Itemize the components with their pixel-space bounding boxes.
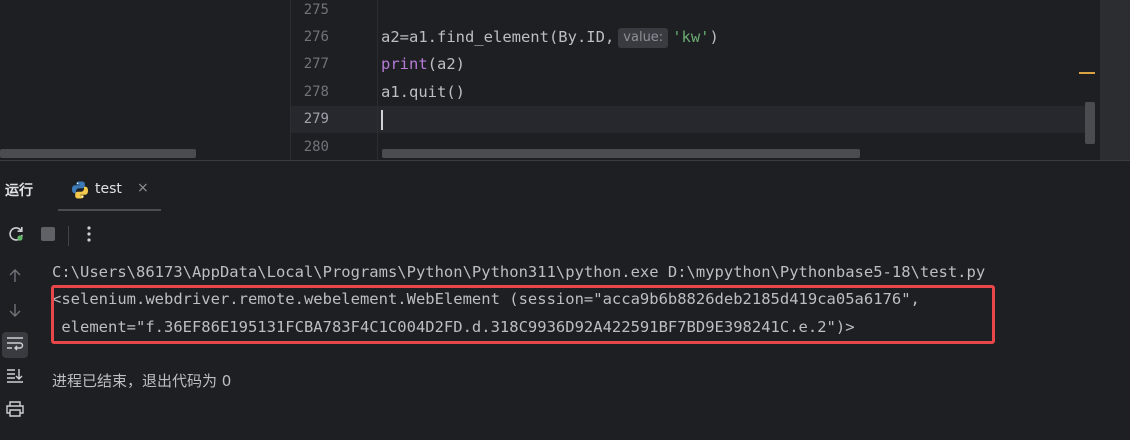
code-text: a2=a1.find_element(By.ID, (381, 28, 615, 46)
string-literal: 'kw' (672, 28, 710, 46)
warning-marker[interactable] (1079, 72, 1095, 74)
red-annotation-box (51, 285, 995, 344)
tool-window-title: 运行 (5, 183, 33, 199)
line-number: 280 (303, 139, 329, 155)
editor-vertical-scrollbar[interactable] (1085, 102, 1095, 144)
close-icon[interactable]: × (137, 180, 149, 196)
line-number: 276 (303, 29, 329, 45)
rerun-icon (6, 224, 26, 248)
code-editor[interactable]: 275 276 277 278 279 280 a2=a1.find_eleme… (0, 0, 1130, 160)
line-number: 278 (303, 84, 329, 100)
more-vertical-icon (86, 225, 92, 247)
console-side-toolbar (0, 259, 32, 440)
left-pane (0, 0, 290, 160)
right-side-panel (1100, 0, 1130, 160)
scroll-down-button[interactable] (2, 299, 28, 325)
console-exit-message: 进程已结束，退出代码为 0 (52, 372, 232, 390)
text-caret (381, 110, 383, 130)
soft-wrap-button[interactable] (2, 332, 28, 358)
code-line-276[interactable]: a2=a1.find_element(By.ID, value:'kw') (381, 24, 719, 51)
python-icon (70, 180, 90, 200)
tab-selected-indicator (58, 209, 161, 211)
tab-label: test (95, 181, 122, 197)
left-horizontal-scrollbar[interactable] (0, 149, 196, 158)
arrow-down-icon (7, 302, 23, 322)
code-text: ) (709, 28, 719, 46)
scroll-to-end-icon (6, 368, 24, 388)
print-button[interactable] (2, 398, 28, 424)
line-number: 277 (303, 56, 329, 72)
print-icon (6, 401, 24, 421)
tool-window-header: 运行 test × (0, 161, 1130, 211)
code-line-278[interactable]: a1.quit() (381, 79, 465, 106)
more-options-button[interactable] (77, 224, 101, 248)
line-number-current: 279 (303, 111, 329, 127)
run-toolbar (0, 219, 1130, 253)
scroll-to-end-button[interactable] (2, 365, 28, 391)
scroll-up-button[interactable] (2, 265, 28, 291)
code-text: (a2) (427, 55, 465, 73)
console-command-line: C:\Users\86173\AppData\Local\Programs\Py… (52, 263, 986, 281)
current-line-highlight (291, 106, 1085, 133)
gutter-separator (377, 0, 378, 160)
code-line-277[interactable]: print(a2) (381, 51, 465, 78)
arrow-up-icon (7, 268, 23, 288)
rerun-button[interactable] (4, 224, 28, 248)
builtin-keyword: print (381, 55, 428, 73)
toolbar-separator (68, 226, 69, 246)
line-number: 275 (303, 2, 329, 18)
run-tab-test[interactable]: test × (58, 173, 161, 211)
stop-button[interactable] (36, 224, 60, 248)
stop-icon (40, 226, 56, 246)
parameter-hint: value: (618, 28, 669, 48)
soft-wrap-icon (6, 335, 24, 355)
editor-horizontal-scrollbar[interactable] (382, 149, 860, 158)
